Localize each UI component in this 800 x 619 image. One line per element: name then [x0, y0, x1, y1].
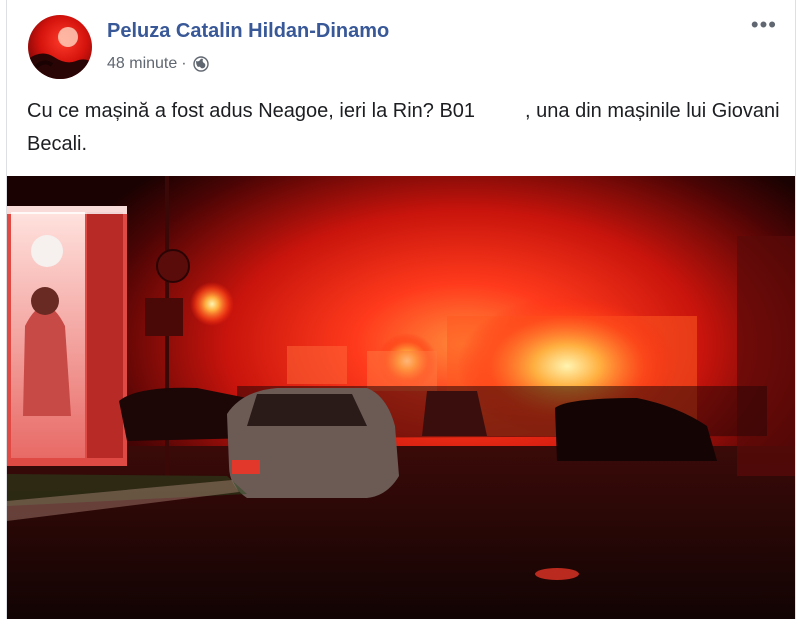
redacted-plate	[475, 101, 526, 122]
post-text-part1: Cu ce mașină a fost adus Neagoe, ieri la…	[27, 100, 476, 122]
meta-separator: ·	[181, 55, 187, 72]
post-text: Cu ce mașină a fost adus Neagoe, ieri la…	[27, 95, 787, 161]
more-options-icon[interactable]: •••	[751, 14, 777, 36]
author-name-link[interactable]: Peluza Catalin Hildan-Dinamo	[107, 20, 389, 43]
post-timestamp[interactable]: 48 minute	[107, 55, 177, 73]
page-avatar[interactable]	[28, 15, 92, 79]
globe-icon[interactable]	[192, 56, 209, 72]
photo-image	[7, 176, 795, 619]
post-photo[interactable]	[7, 176, 795, 619]
post-meta: 48 minute ·	[107, 55, 209, 73]
facebook-post: Peluza Catalin Hildan-Dinamo 48 minute ·…	[6, 0, 796, 619]
